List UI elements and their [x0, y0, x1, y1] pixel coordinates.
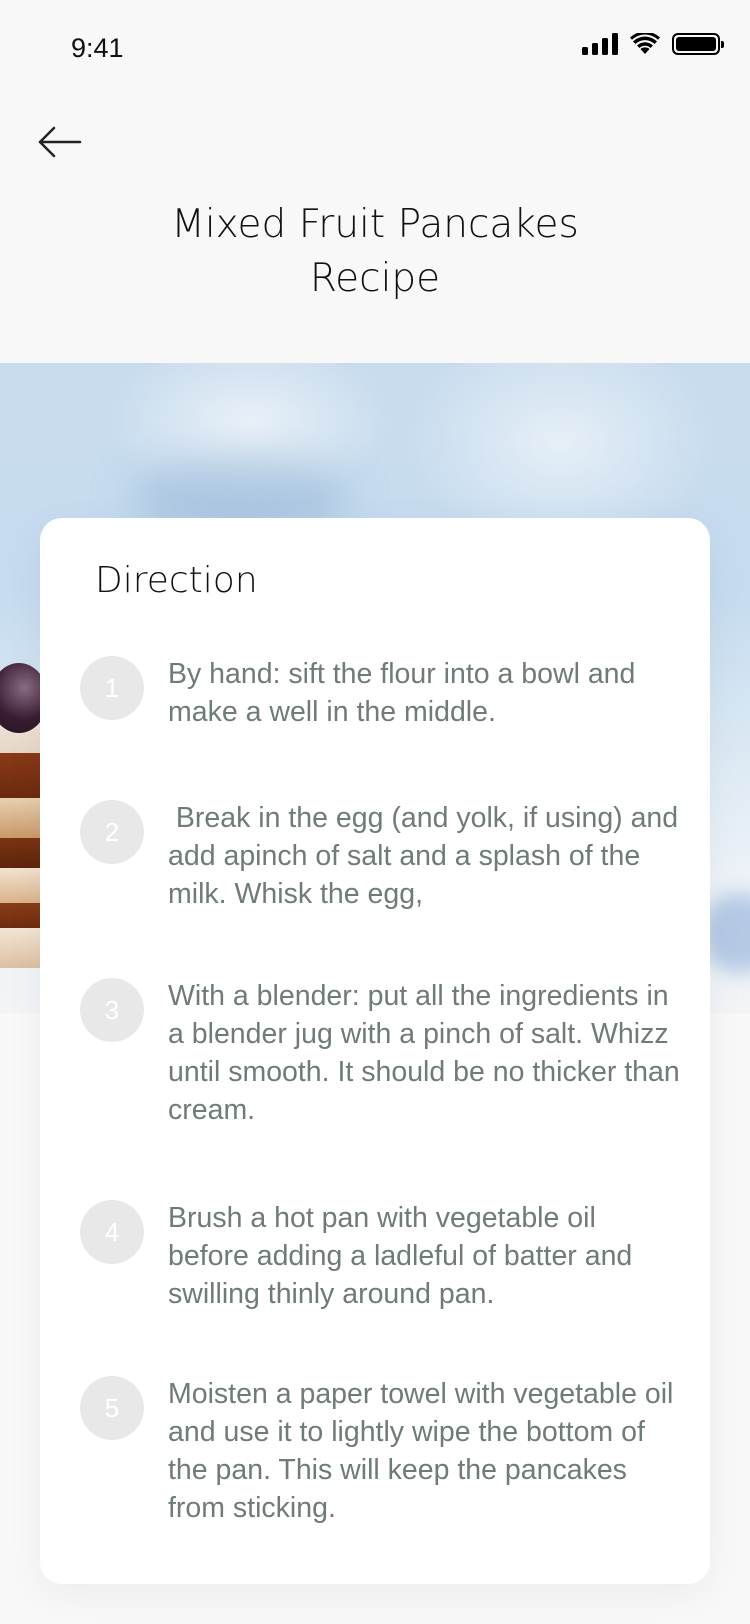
step-number-badge: 4: [80, 1200, 144, 1264]
back-button[interactable]: [36, 122, 86, 162]
step-number-badge: 3: [80, 978, 144, 1042]
step-number-badge: 5: [80, 1376, 144, 1440]
status-time: 9:41: [71, 33, 124, 63]
step-text-content: Moisten a paper towel with vegetable oil…: [168, 1378, 674, 1524]
direction-card: Direction 1 By hand: sift the flour into…: [40, 518, 710, 1584]
step-text: Break in the egg (and yolk, if using) an…: [168, 800, 680, 913]
battery-icon: [672, 33, 724, 55]
page-title: Mixed Fruit Pancakes Recipe: [171, 202, 579, 301]
step-text-content: Brush a hot pan with vegetable oil befor…: [168, 1202, 633, 1310]
step-text: By hand: sift the flour into a bowl and …: [168, 656, 680, 731]
step-text-content: Break in the egg (and yolk, if using) an…: [168, 802, 687, 910]
step-text-content: By hand: sift the flour into a bowl and …: [168, 658, 636, 728]
step-text: With a blender: put all the ingredients …: [168, 978, 680, 1129]
signal-icon: [582, 33, 618, 55]
status-bar: 9:41: [0, 0, 750, 96]
step-number-badge: 2: [80, 800, 144, 864]
step-number-badge: 1: [80, 656, 144, 720]
step-text: Moisten a paper towel with vegetable oil…: [168, 1376, 680, 1527]
step-text-content: With a blender: put all the ingredients …: [168, 980, 680, 1126]
status-icons: [582, 33, 724, 55]
step-text: Brush a hot pan with vegetable oil befor…: [168, 1200, 680, 1313]
arrow-left-icon: [38, 126, 82, 158]
recipe-direction-screen: 9:41 Mixed Fruit Pancakes Recipe Directi…: [0, 0, 750, 1624]
direction-heading: Direction: [95, 560, 258, 601]
wifi-icon: [630, 33, 660, 54]
